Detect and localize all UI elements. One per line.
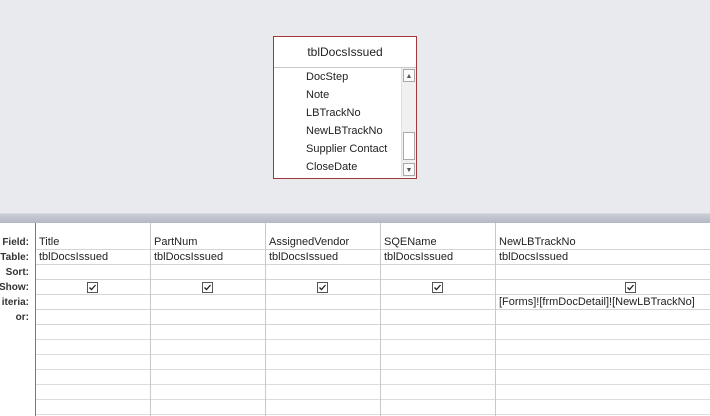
- sort-cell[interactable]: [266, 265, 380, 280]
- scrollbar-thumb[interactable]: [403, 132, 415, 160]
- field-cell[interactable]: Title: [36, 235, 150, 250]
- scroll-up-arrow-icon[interactable]: ▲: [403, 69, 415, 82]
- sort-cell[interactable]: [151, 265, 265, 280]
- table-field-list-tblDocsIssued[interactable]: tblDocsIssued DocStep Note LBTrackNo New…: [273, 36, 417, 179]
- row-label-sort: Sort:: [5, 267, 29, 278]
- criteria-cell[interactable]: [Forms]![frmDocDetail]![NewLBTrackNo]: [496, 295, 710, 310]
- field-list-item[interactable]: Note: [274, 86, 400, 104]
- criteria-cell[interactable]: [381, 295, 495, 310]
- sort-cell[interactable]: [496, 265, 710, 280]
- checkmark-icon: [434, 284, 441, 291]
- or-cell[interactable]: [381, 310, 495, 325]
- table-design-pane[interactable]: tblDocsIssued DocStep Note LBTrackNo New…: [0, 0, 710, 213]
- show-cell: [151, 280, 265, 295]
- show-cell: [266, 280, 380, 295]
- field-list-scrollbar[interactable]: ▲ ▼: [401, 68, 416, 177]
- field-list-title[interactable]: tblDocsIssued: [274, 37, 416, 68]
- table-cell[interactable]: tblDocsIssued: [266, 250, 380, 265]
- field-cell[interactable]: SQEName: [381, 235, 495, 250]
- or-cell[interactable]: [151, 310, 265, 325]
- criteria-cell[interactable]: [266, 295, 380, 310]
- row-label-show: Show:: [0, 282, 29, 293]
- grid-column-title[interactable]: Title tblDocsIssued: [36, 223, 151, 416]
- table-cell[interactable]: tblDocsIssued: [381, 250, 495, 265]
- grid-column-newlbtrackno[interactable]: NewLBTrackNo tblDocsIssued [Forms]![frmD…: [496, 223, 710, 416]
- show-checkbox[interactable]: [432, 282, 443, 293]
- or-cell[interactable]: [36, 310, 150, 325]
- checkmark-icon: [319, 284, 326, 291]
- checkmark-icon: [89, 284, 96, 291]
- grid-row-labels: Field: Table: Sort: Show: iteria: or:: [0, 223, 36, 416]
- field-cell[interactable]: NewLBTrackNo: [496, 235, 710, 250]
- checkmark-icon: [204, 284, 211, 291]
- or-cell[interactable]: [266, 310, 380, 325]
- show-cell: [36, 280, 150, 295]
- row-label-table: Table:: [0, 252, 29, 263]
- criteria-cell[interactable]: [151, 295, 265, 310]
- scroll-down-arrow-icon[interactable]: ▼: [403, 163, 415, 176]
- grid-column-sqename[interactable]: SQEName tblDocsIssued: [381, 223, 496, 416]
- or-cell[interactable]: [496, 310, 710, 325]
- field-list-item[interactable]: NewLBTrackNo: [274, 122, 400, 140]
- field-cell[interactable]: PartNum: [151, 235, 265, 250]
- show-checkbox[interactable]: [87, 282, 98, 293]
- row-label-or: or:: [15, 312, 29, 323]
- checkmark-icon: [627, 284, 634, 291]
- pane-splitter[interactable]: [0, 213, 710, 223]
- field-list-item[interactable]: DocStep: [274, 68, 400, 86]
- table-cell[interactable]: tblDocsIssued: [496, 250, 710, 265]
- show-checkbox[interactable]: [625, 282, 636, 293]
- sort-cell[interactable]: [36, 265, 150, 280]
- row-label-criteria: iteria:: [1, 297, 29, 308]
- sort-cell[interactable]: [381, 265, 495, 280]
- show-cell: [381, 280, 495, 295]
- field-list-items: DocStep Note LBTrackNo NewLBTrackNo Supp…: [274, 68, 400, 178]
- field-cell[interactable]: AssignedVendor: [266, 235, 380, 250]
- table-cell[interactable]: tblDocsIssued: [151, 250, 265, 265]
- grid-column-partnum[interactable]: PartNum tblDocsIssued: [151, 223, 266, 416]
- field-list-item[interactable]: LBTrackNo: [274, 104, 400, 122]
- query-design-grid[interactable]: Field: Table: Sort: Show: iteria: or: Ti…: [0, 223, 710, 416]
- grid-column-assignedvendor[interactable]: AssignedVendor tblDocsIssued: [266, 223, 381, 416]
- field-list-item[interactable]: CloseDate: [274, 158, 400, 176]
- criteria-cell[interactable]: [36, 295, 150, 310]
- show-checkbox[interactable]: [202, 282, 213, 293]
- table-cell[interactable]: tblDocsIssued: [36, 250, 150, 265]
- row-label-field: Field:: [2, 237, 29, 248]
- field-list-item[interactable]: Supplier Contact: [274, 140, 400, 158]
- show-checkbox[interactable]: [317, 282, 328, 293]
- show-cell: [496, 280, 710, 295]
